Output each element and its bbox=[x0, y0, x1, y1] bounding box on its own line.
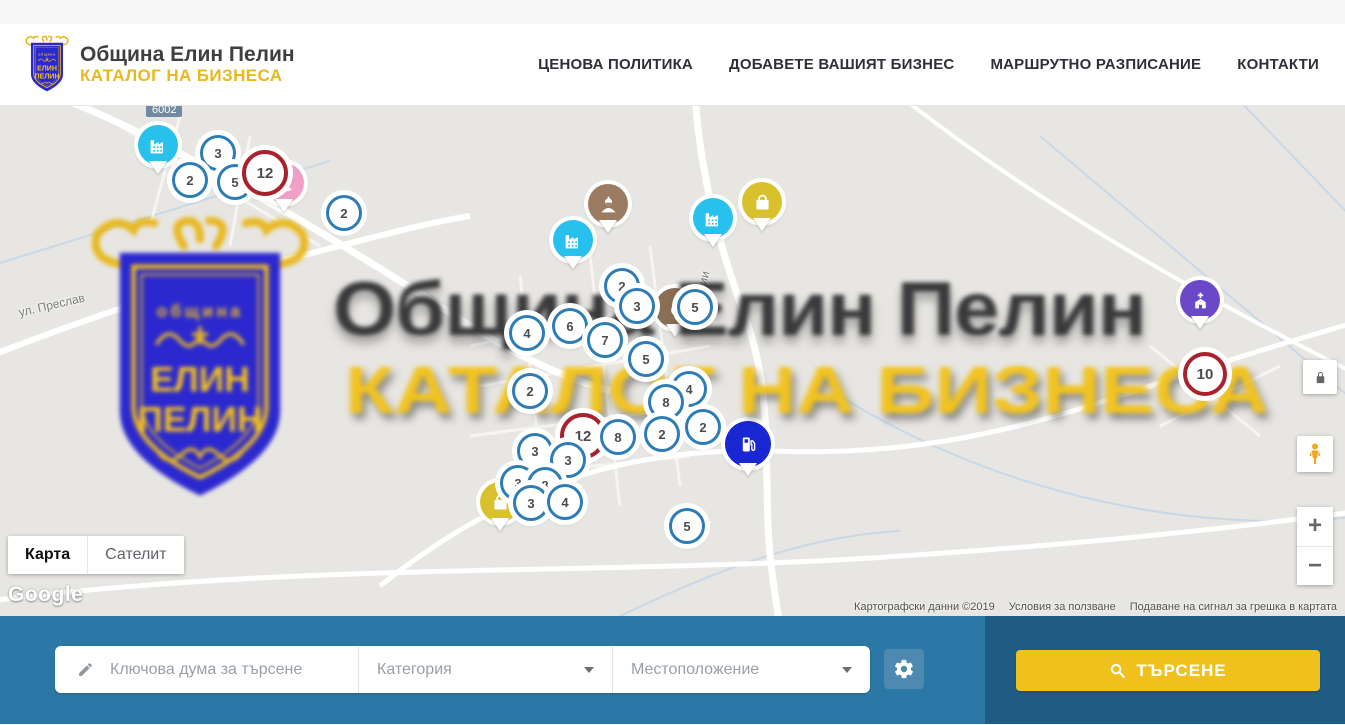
logo[interactable]: Община Елин Пелин КАТАЛОГ НА БИЗНЕСА bbox=[24, 35, 295, 95]
report-error-link[interactable]: Подаване на сигнал за грешка в картата bbox=[1130, 601, 1337, 613]
search-bar: Категория Местоположение ТЪРСЕНЕ bbox=[0, 616, 1345, 724]
chevron-down-icon bbox=[584, 667, 594, 673]
search-icon bbox=[1109, 662, 1126, 679]
zoom-out-button[interactable]: − bbox=[1297, 547, 1333, 586]
site-subtitle: КАТАЛОГ НА БИЗНЕСА bbox=[80, 66, 295, 86]
top-strip bbox=[0, 0, 1345, 24]
road-label: 6002 bbox=[146, 106, 182, 117]
google-logo[interactable]: Google bbox=[8, 583, 83, 607]
map-cluster-marker[interactable]: 2 bbox=[326, 195, 362, 231]
map-cluster-marker[interactable]: 5 bbox=[669, 508, 705, 544]
gear-icon bbox=[893, 658, 915, 680]
logo-text: Община Елин Пелин КАТАЛОГ НА БИЗНЕСА bbox=[80, 43, 295, 86]
map-attribution: Картографски данни ©2019 Условия за полз… bbox=[854, 601, 1337, 613]
map-pin-marker-church-icon[interactable] bbox=[1180, 280, 1220, 338]
map-cluster-marker[interactable]: 5 bbox=[677, 289, 713, 325]
location-select[interactable]: Местоположение bbox=[612, 646, 870, 693]
map-cluster-marker[interactable]: 4 bbox=[547, 484, 583, 520]
map-cluster-marker[interactable]: 3 bbox=[517, 433, 553, 469]
map-cluster-marker[interactable]: 10 bbox=[1183, 352, 1227, 396]
zoom-control: + − bbox=[1297, 507, 1333, 585]
map-cluster-marker[interactable]: 7 bbox=[587, 322, 623, 358]
nav-item-1[interactable]: ЦЕНОВА ПОЛИТИКА bbox=[538, 56, 693, 73]
search-fields: Категория Местоположение bbox=[55, 646, 870, 693]
map-cluster-marker[interactable]: 12 bbox=[242, 150, 288, 196]
site-title: Община Елин Пелин bbox=[80, 43, 295, 66]
map-pin-marker-worker-icon[interactable] bbox=[588, 184, 628, 242]
map-cluster-marker[interactable]: 8 bbox=[648, 384, 684, 420]
map-cluster-marker[interactable]: 2 bbox=[644, 416, 680, 452]
map-cluster-marker[interactable]: 8 bbox=[600, 419, 636, 455]
map-pin-marker-shopping-bag-icon[interactable] bbox=[742, 182, 782, 240]
terms-link[interactable]: Условия за ползване bbox=[1009, 601, 1116, 613]
map-cluster-marker[interactable]: 2 bbox=[685, 409, 721, 445]
pegman-icon bbox=[1303, 442, 1327, 466]
map-cluster-marker[interactable]: 4 bbox=[509, 315, 545, 351]
chevron-down-icon bbox=[842, 667, 852, 673]
nav-item-3[interactable]: МАРШРУТНО РАЗПИСАНИЕ bbox=[990, 56, 1201, 73]
street-view-pegman[interactable] bbox=[1297, 436, 1333, 472]
map-cluster-marker[interactable]: 3 bbox=[513, 485, 549, 521]
map-cluster-marker[interactable]: 2 bbox=[172, 162, 208, 198]
map-type-control: Карта Сателит bbox=[8, 536, 184, 574]
map-type-map-button[interactable]: Карта bbox=[8, 536, 87, 574]
map-pin-marker-fuel-icon[interactable] bbox=[725, 421, 771, 485]
lock-icon bbox=[1313, 370, 1328, 385]
lock-button[interactable] bbox=[1303, 360, 1337, 394]
nav-item-4[interactable]: КОНТАКТИ bbox=[1237, 56, 1319, 73]
search-button-label: ТЪРСЕНЕ bbox=[1136, 661, 1226, 681]
map-pin-marker-factory-icon[interactable] bbox=[693, 198, 733, 256]
pencil-icon bbox=[77, 661, 94, 678]
map-canvas[interactable]: 6002ул. Преславбул. „Новоселции Община Е… bbox=[0, 106, 1345, 616]
keyword-input[interactable] bbox=[108, 660, 344, 680]
map-cluster-marker[interactable]: 2 bbox=[512, 373, 548, 409]
map-cluster-marker[interactable]: 5 bbox=[628, 341, 664, 377]
map-cluster-marker[interactable]: 6 bbox=[552, 308, 588, 344]
category-select-value: Категория bbox=[377, 661, 452, 679]
municipality-crest-icon bbox=[24, 35, 70, 95]
main-nav: ЦЕНОВА ПОЛИТИКА ДОБАВЕТЕ ВАШИЯТ БИЗНЕС МАР… bbox=[538, 56, 1321, 73]
keyword-field bbox=[55, 646, 358, 693]
map-type-satellite-button[interactable]: Сателит bbox=[87, 536, 183, 574]
zoom-in-button[interactable]: + bbox=[1297, 507, 1333, 547]
map-cluster-marker[interactable]: 3 bbox=[619, 288, 655, 324]
site-header: Община Елин Пелин КАТАЛОГ НА БИЗНЕСА ЦЕН… bbox=[0, 24, 1345, 106]
location-select-value: Местоположение bbox=[631, 661, 759, 679]
category-select[interactable]: Категория bbox=[358, 646, 612, 693]
search-button[interactable]: ТЪРСЕНЕ bbox=[1016, 650, 1320, 691]
map-pin-marker-factory-icon[interactable] bbox=[553, 220, 593, 278]
advanced-search-button[interactable] bbox=[884, 649, 924, 689]
nav-item-2[interactable]: ДОБАВЕТЕ ВАШИЯТ БИЗНЕС bbox=[729, 56, 954, 73]
attribution-text: Картографски данни ©2019 bbox=[854, 601, 995, 613]
